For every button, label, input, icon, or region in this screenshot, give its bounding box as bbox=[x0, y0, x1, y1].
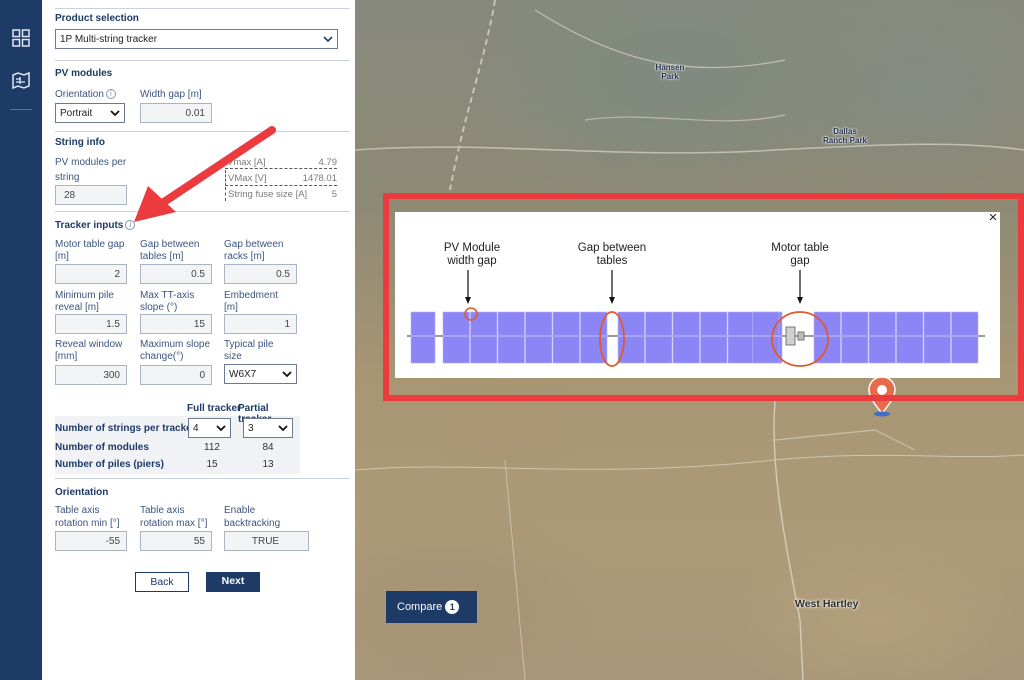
pv-module bbox=[672, 311, 700, 364]
motor-unit bbox=[785, 326, 796, 346]
annotation-arrow-icon bbox=[134, 126, 276, 222]
pv-module bbox=[868, 311, 896, 364]
embedment-input[interactable]: 1 bbox=[224, 314, 297, 334]
pv-modules-heading: PV modules bbox=[55, 68, 113, 79]
backtracking-label: Enable backtracking bbox=[224, 505, 281, 529]
max-tt-axis-slope-label: Max TT-axis slope (°) bbox=[140, 290, 195, 313]
place-label-west-hartley: West Hartley bbox=[795, 598, 859, 610]
modules-full-value: 112 bbox=[204, 442, 220, 453]
chevron-down-icon bbox=[282, 371, 292, 378]
compare-button[interactable]: Compare 1 bbox=[386, 591, 477, 623]
embedment-label: Embedment [m] bbox=[224, 290, 278, 313]
orientation-label: Orientation i bbox=[55, 89, 116, 101]
min-pile-reveal-label: Minimum pile reveal [m] bbox=[55, 290, 114, 313]
string-info-heading: String info bbox=[55, 137, 105, 148]
pv-module bbox=[700, 311, 728, 364]
place-label-dallas-ranch-park: Dallas Ranch Park bbox=[822, 127, 868, 145]
pv-module-row bbox=[410, 311, 979, 364]
number-of-piles-label: Number of piles (piers) bbox=[55, 459, 164, 470]
pv-module bbox=[645, 311, 673, 364]
modules-per-string-input[interactable]: 28 bbox=[55, 185, 127, 205]
number-of-modules-label: Number of modules bbox=[55, 442, 149, 453]
pv-module bbox=[410, 311, 436, 364]
pv-module bbox=[552, 311, 580, 364]
diagram-arrows bbox=[465, 270, 803, 304]
pv-module bbox=[752, 311, 780, 364]
piles-full-value: 15 bbox=[206, 459, 218, 470]
backtracking-input[interactable]: TRUE bbox=[224, 531, 309, 551]
strings-per-tracker-label: Number of strings per tracker bbox=[55, 423, 196, 434]
width-gap-label: Width gap [m] bbox=[140, 89, 202, 100]
max-tt-axis-slope-input[interactable]: 15 bbox=[140, 314, 212, 334]
rotation-max-label: Table axis rotation max [°] bbox=[140, 505, 208, 529]
rotation-max-input[interactable]: 55 bbox=[140, 531, 212, 551]
pile-size-value: W6X7 bbox=[229, 369, 257, 380]
grid-icon[interactable] bbox=[11, 28, 31, 48]
pv-module bbox=[896, 311, 924, 364]
chevron-down-icon bbox=[110, 110, 120, 117]
chevron-down-icon bbox=[323, 36, 333, 43]
gap-between-racks-input[interactable]: 0.5 bbox=[224, 264, 297, 284]
typical-pile-size-label: Typical pile size bbox=[224, 339, 274, 362]
pv-module bbox=[727, 311, 755, 364]
min-pile-reveal-input[interactable]: 1.5 bbox=[55, 314, 127, 334]
info-icon[interactable]: i bbox=[105, 89, 116, 100]
pile-size-select[interactable]: W6X7 bbox=[224, 364, 297, 384]
orientation-select[interactable]: Portrait bbox=[55, 103, 125, 123]
orientation-heading: Orientation bbox=[55, 487, 109, 498]
strings-full-select[interactable]: 4 bbox=[188, 418, 231, 438]
back-button[interactable]: Back bbox=[135, 572, 189, 592]
settings-panel: Product selection 1P Multi-string tracke… bbox=[42, 0, 355, 680]
left-rail bbox=[0, 0, 42, 680]
modules-per-string-label: PV modules per string bbox=[55, 157, 127, 183]
modules-partial-value: 84 bbox=[262, 442, 274, 453]
motor-gear bbox=[797, 331, 805, 341]
product-selection-heading: Product selection bbox=[55, 13, 139, 24]
pv-module bbox=[525, 311, 553, 364]
gap-between-tables-input[interactable]: 0.5 bbox=[140, 264, 212, 284]
pv-module bbox=[951, 311, 979, 364]
gap-between-tables-label: Gap between tables [m] bbox=[140, 239, 200, 262]
compare-count-badge: 1 bbox=[445, 600, 460, 614]
divider bbox=[55, 8, 350, 9]
max-slope-change-label: Maximum slope change(°) bbox=[140, 339, 211, 362]
reveal-window-label: Reveal window [mm] bbox=[55, 339, 123, 362]
strings-partial-select[interactable]: 3 bbox=[243, 418, 293, 438]
tracker-summary-table: Full tracker Partial tracker Number of s… bbox=[55, 398, 300, 474]
motor-table-gap-label: Motor table gap [m] bbox=[55, 239, 125, 262]
chevron-down-icon bbox=[216, 425, 226, 432]
pv-module bbox=[841, 311, 869, 364]
motor-table-gap-input[interactable]: 2 bbox=[55, 264, 127, 284]
next-button[interactable]: Next bbox=[206, 572, 260, 592]
place-label-hansen-park: Hansen Park bbox=[655, 63, 685, 81]
gap-between-racks-label: Gap between racks [m] bbox=[224, 239, 284, 262]
piles-partial-value: 13 bbox=[262, 459, 274, 470]
product-select[interactable]: 1P Multi-string tracker bbox=[55, 29, 338, 49]
pv-module bbox=[442, 311, 470, 364]
divider bbox=[55, 60, 350, 61]
rotation-min-label: Table axis rotation min [°] bbox=[55, 505, 120, 529]
full-tracker-header: Full tracker bbox=[187, 403, 241, 414]
divider bbox=[55, 478, 350, 479]
chevron-down-icon bbox=[278, 425, 288, 432]
tracker-diagram bbox=[407, 270, 985, 367]
product-select-value: 1P Multi-string tracker bbox=[60, 34, 158, 45]
pv-module bbox=[923, 311, 951, 364]
rotation-min-input[interactable]: -55 bbox=[55, 531, 127, 551]
map-icon[interactable] bbox=[11, 70, 31, 90]
max-slope-change-input[interactable]: 0 bbox=[140, 365, 212, 385]
rail-divider bbox=[10, 109, 32, 110]
reveal-window-input[interactable]: 300 bbox=[55, 365, 127, 385]
pv-module bbox=[497, 311, 525, 364]
orientation-select-value: Portrait bbox=[60, 108, 93, 119]
